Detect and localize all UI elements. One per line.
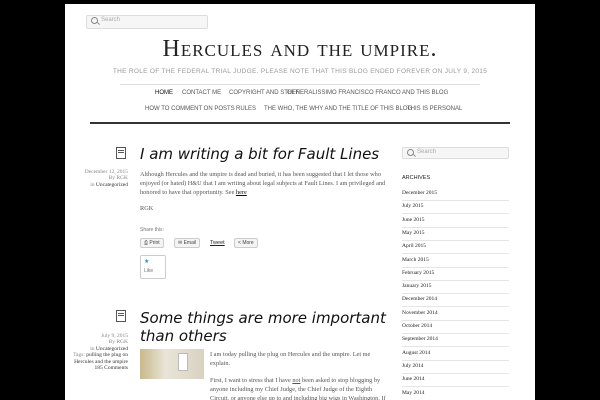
post-signature: RGK [140,205,154,212]
site-title[interactable]: Hercules and the umpire. [65,36,535,63]
header-divider [120,84,480,85]
archive-link[interactable]: October 2014 [402,320,509,334]
archive-link[interactable]: December 2015 [402,187,509,201]
archive-link[interactable]: March 2015 [402,254,509,268]
share-print-button[interactable]: ⎙ Print [140,238,164,248]
archive-link[interactable]: May 2014 [402,387,509,400]
archive-link[interactable]: July 2015 [402,200,509,215]
archive-link[interactable]: August 2014 [402,347,509,361]
page: Search Hercules and the umpire. The role… [65,4,535,400]
post-paragraph-2: First, I want to stress that I have not … [210,377,386,400]
archive-link[interactable]: December 2014 [402,293,509,308]
post-format-icon [116,147,126,159]
post-thumbnail-image [140,349,204,379]
share-email-button[interactable]: ✉ Email [174,238,201,248]
search-placeholder: Search [101,17,121,23]
nav-franco[interactable]: Generalissimo Francisco Franco and this … [287,90,448,96]
nav-contact[interactable]: Contact Me [182,90,221,96]
archive-link[interactable]: November 2014 [402,307,509,321]
post-link[interactable]: here [236,189,247,196]
search-icon [407,149,414,156]
post-title[interactable]: I am writing a bit for Fault Lines [140,145,385,163]
archive-link[interactable]: January 2015 [402,280,509,295]
archive-link[interactable]: September 2014 [402,333,509,348]
nav-who-why[interactable]: The Who, the Why and the Title of this B… [264,106,412,112]
post-category[interactable]: Uncategorized [96,346,128,352]
post-format-icon [116,310,126,322]
search-icon [91,17,98,24]
post-in-label: in [90,345,95,352]
star-icon: ★ [144,258,150,265]
post-meta: December 12, 2015 By RGK in Uncategorize… [73,169,128,188]
email-icon: ✉ [178,240,183,246]
archives-heading: Archives [402,175,431,181]
nav-home[interactable]: Home [155,90,173,96]
search-placeholder: Search [417,149,437,155]
header-search-input[interactable]: Search [86,15,208,29]
post-meta: July 9, 2015 By RGK in Uncategorized Tag… [73,333,128,371]
post-paragraph-1: I am today pulling the plug on Hercules … [210,351,371,367]
post-category[interactable]: Uncategorized [96,182,128,188]
nav-how-to-comment[interactable]: How to Comment on Posts [145,106,235,112]
nav-rules[interactable]: Rules [236,106,256,112]
share-icon: < [238,240,241,246]
outlet-image [178,353,188,371]
post-tags-label: Tags: [73,352,85,359]
like-button[interactable]: ★ Like [140,255,166,279]
archive-link[interactable]: February 2015 [402,267,509,281]
nav-personal[interactable]: This is personal [407,106,462,112]
post-title[interactable]: Some things are more important than othe… [140,309,388,345]
post-comments-link[interactable]: 185 Comments [95,365,128,371]
post-in-label: in [90,181,95,188]
share-more-button[interactable]: < More [234,238,258,248]
archive-link[interactable]: April 2015 [402,240,509,255]
post-body: Although Hercules and the umpire is dead… [140,171,386,196]
share-tweet-button[interactable]: Tweet [210,240,225,246]
site-tagline: The role of the federal trial judge. Ple… [112,68,488,75]
sidebar-search-input[interactable]: Search [402,147,509,159]
nav-divider [90,122,510,124]
like-label: Like [144,268,154,274]
share-label: Share this: [140,227,164,233]
archive-link[interactable]: May 2015 [402,227,509,241]
archive-link[interactable]: July 2014 [402,360,509,374]
print-icon: ⎙ [144,240,149,246]
archive-link[interactable]: June 2014 [402,373,509,388]
archive-link[interactable]: June 2015 [402,214,509,228]
